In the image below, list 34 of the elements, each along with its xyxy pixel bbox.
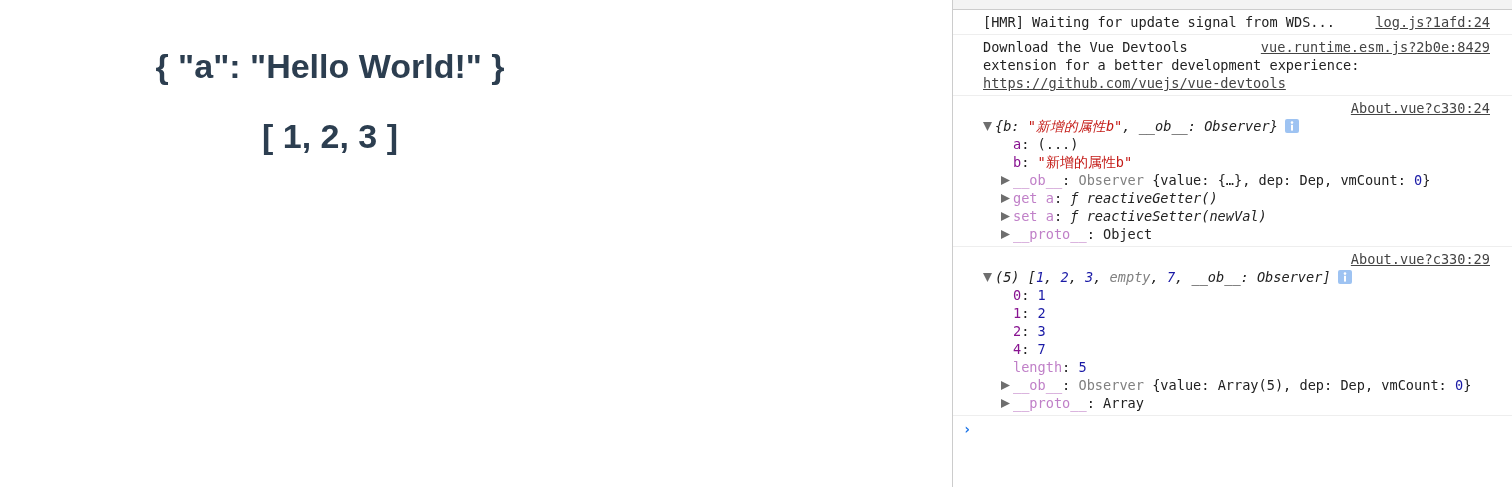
property-row: set a: ƒ reactiveSetter(newVal) — [1013, 207, 1267, 225]
page-heading: [ 1, 2, 3 ] — [261, 116, 399, 156]
expand-triangle-icon[interactable] — [1001, 193, 1010, 203]
property-row: 2: 3 — [1013, 322, 1046, 340]
property-row: __proto__: Array — [1013, 394, 1144, 412]
source-link[interactable]: log.js?1afd:24 — [1375, 13, 1490, 31]
page-heading: { "a": "Hello World!" } — [155, 46, 505, 86]
property-row: a: (...) — [1013, 135, 1079, 153]
property-row: get a: ƒ reactiveGetter() — [1013, 189, 1218, 207]
console-message: Download the Vue Devtools — [983, 38, 1188, 56]
console-prompt[interactable]: › — [953, 416, 982, 442]
expand-triangle-icon[interactable] — [1001, 175, 1010, 185]
expand-triangle-icon[interactable] — [983, 272, 992, 282]
property-row: 4: 7 — [1013, 340, 1046, 358]
expand-triangle-icon[interactable] — [1001, 211, 1010, 221]
expand-triangle-icon[interactable] — [983, 121, 992, 131]
expand-triangle-icon[interactable] — [1001, 229, 1010, 239]
expand-triangle-icon[interactable] — [1001, 398, 1010, 408]
property-row: b: "新增的属性b" — [1013, 153, 1133, 171]
source-link[interactable]: About.vue?c330:29 — [1350, 250, 1490, 268]
property-row: 1: 2 — [1013, 304, 1046, 322]
property-row: 0: 1 — [1013, 286, 1046, 304]
property-row: length: 5 — [1013, 358, 1087, 376]
expand-triangle-icon[interactable] — [1001, 380, 1010, 390]
property-row: __proto__: Object — [1013, 225, 1153, 243]
console-message: [HMR] Waiting for update signal from WDS... — [983, 13, 1335, 31]
console-message: extension for a better development experience: — [983, 56, 1360, 74]
object-summary: {b: "新增的属性b", __ob__: Observer} — [995, 117, 1278, 135]
property-row: __ob__: Observer {value: {…}, dep: Dep, vmCount: 0} — [1013, 171, 1431, 189]
object-summary: (5) [1, 2, 3, empty, 7, __ob__: Observer] — [995, 268, 1331, 286]
source-link[interactable]: About.vue?c330:24 — [1350, 99, 1490, 117]
property-row: __ob__: Observer {value: Array(5), dep: Dep, vmCount: 0} — [1013, 376, 1472, 394]
url-link[interactable]: https://github.com/vuejs/vue-devtools — [983, 75, 1286, 91]
source-link[interactable]: vue.runtime.esm.js?2b0e:8429 — [1260, 38, 1490, 56]
